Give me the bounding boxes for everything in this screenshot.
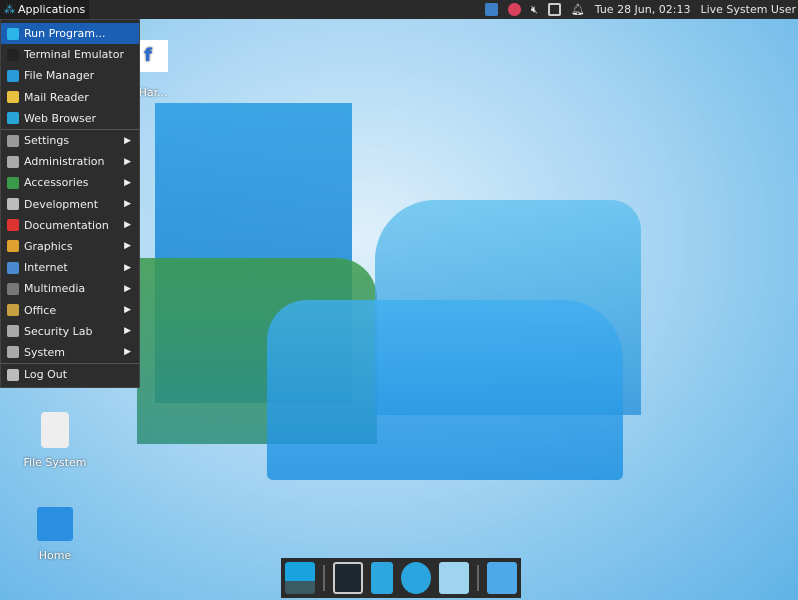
drive-icon [41,412,69,448]
menu-item-graphics[interactable]: Graphics ▶ [1,236,139,257]
submenu-arrow-icon: ▶ [124,326,131,337]
desktop-icon-filesystem[interactable]: File System [15,412,95,469]
submenu-arrow-icon: ▶ [124,305,131,316]
internet-icon [7,261,19,274]
mail-icon [7,91,19,104]
file-manager-icon [7,69,19,82]
submenu-arrow-icon: ▶ [124,262,131,273]
menu-item-label: System [24,345,66,359]
menu-item-multimedia[interactable]: Multimedia ▶ [1,278,139,299]
menu-item-log-out[interactable]: Log Out [1,364,139,385]
menu-item-label: File Manager [24,69,95,83]
system-icon [7,346,19,359]
menu-item-system[interactable]: System ▶ [1,342,139,363]
dock-separator [322,565,325,591]
documentation-icon [7,219,19,232]
desktop-icon-label: Home [38,549,72,562]
dock [281,558,521,598]
home-folder-icon[interactable] [487,562,517,594]
menu-item-terminal-emulator[interactable]: Terminal Emulator [1,44,139,65]
submenu-arrow-icon: ▶ [124,156,131,167]
web-browser-icon[interactable] [401,562,432,594]
dock-separator [477,565,480,591]
menu-item-office[interactable]: Office ▶ [1,299,139,320]
volume-muted-icon[interactable]: 🔇︎ [531,3,538,17]
submenu-arrow-icon: ▶ [124,241,131,252]
notifications-icon[interactable]: 🔔︎ [571,3,585,16]
menu-item-label: Accessories [24,176,89,190]
menu-item-run-program[interactable]: Run Program... [1,23,139,45]
menu-item-label: Internet [24,261,68,275]
terminal-icon[interactable] [332,562,363,594]
menu-item-documentation[interactable]: Documentation ▶ [1,215,139,236]
administration-icon [7,155,19,168]
submenu-arrow-icon: ▶ [124,283,131,294]
menu-item-label: Terminal Emulator [24,48,124,62]
menu-item-security-lab[interactable]: Security Lab ▶ [1,321,139,342]
clipboard-icon[interactable] [547,3,561,16]
graphics-icon [7,240,19,253]
menu-item-label: Web Browser [24,111,97,125]
menu-item-label: Log Out [24,368,68,382]
menu-item-label: Administration [24,155,105,169]
web-browser-icon [7,112,19,125]
security-lab-icon [7,325,19,338]
submenu-arrow-icon: ▶ [124,177,131,188]
menu-item-label: Multimedia [24,282,86,296]
desktop-icon-home[interactable]: Home [15,507,95,562]
menu-item-mail-reader[interactable]: Mail Reader [1,87,139,108]
top-panel: ⁂ Applications 🔇︎ 🔔︎ Tue 28 Jun, 02:13 L… [0,0,798,19]
menu-item-label: Documentation [24,218,109,232]
show-desktop-icon[interactable] [285,562,315,594]
app-finder-icon[interactable] [439,562,470,594]
software-update-icon[interactable] [507,3,521,16]
desktop-icon-label: File System [23,456,87,469]
network-icon[interactable] [484,3,498,16]
office-icon [7,304,19,317]
system-tray: 🔇︎ 🔔︎ Tue 28 Jun, 02:13 Live System User [484,0,798,19]
applications-icon: ⁂ [4,3,15,16]
terminal-icon [7,48,19,61]
submenu-arrow-icon: ▶ [124,220,131,231]
home-folder-icon [37,507,73,541]
clock[interactable]: Tue 28 Jun, 02:13 [595,3,691,16]
multimedia-icon [7,282,19,295]
menu-item-development[interactable]: Development ▶ [1,194,139,215]
development-icon [7,198,19,211]
accessories-icon [7,176,19,189]
log-out-icon [7,368,19,381]
applications-menu-button[interactable]: ⁂ Applications [0,0,90,19]
submenu-arrow-icon: ▶ [124,347,131,358]
menu-item-internet[interactable]: Internet ▶ [1,257,139,278]
settings-icon [7,134,19,147]
menu-item-label: Mail Reader [24,90,89,104]
menu-item-label: Settings [24,134,70,148]
menu-item-label: Security Lab [24,324,93,338]
menu-item-accessories[interactable]: Accessories ▶ [1,172,139,193]
submenu-arrow-icon: ▶ [124,199,131,210]
applications-label: Applications [18,3,86,16]
file-manager-icon[interactable] [370,562,394,594]
user-menu[interactable]: Live System User [700,3,796,16]
menu-item-label: Graphics [24,239,73,253]
menu-item-label: Office [24,303,57,317]
menu-item-settings[interactable]: Settings ▶ [1,130,139,151]
menu-item-label: Development [24,197,99,211]
menu-item-label: Run Program... [24,27,106,41]
applications-menu: Run Program... Terminal Emulator File Mana… [0,19,140,388]
run-icon [7,27,19,40]
menu-item-file-manager[interactable]: File Manager [1,65,139,86]
wallpaper-shape [267,300,623,480]
menu-item-administration[interactable]: Administration ▶ [1,151,139,172]
menu-item-web-browser[interactable]: Web Browser [1,108,139,129]
submenu-arrow-icon: ▶ [124,135,131,146]
